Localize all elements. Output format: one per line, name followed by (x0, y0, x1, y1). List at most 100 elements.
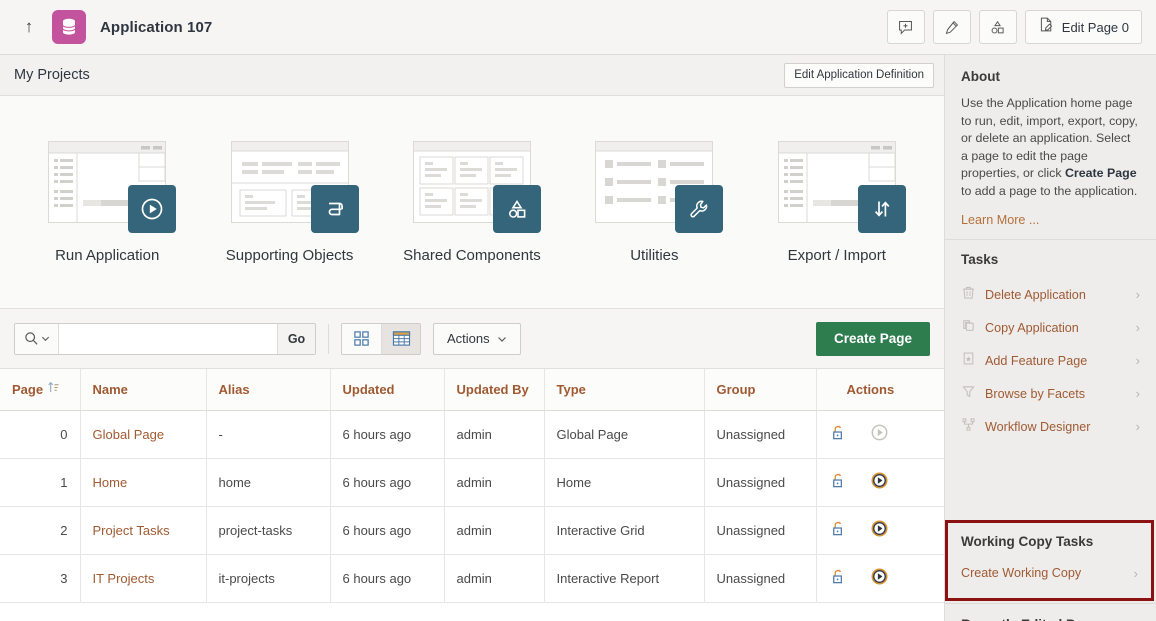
cell-actions (816, 410, 944, 458)
deck-item-run-application[interactable]: Run Application (23, 141, 191, 264)
search-group: Go (14, 323, 316, 355)
cell-actions (816, 458, 944, 506)
run-page-icon[interactable] (870, 567, 889, 589)
task-label: Add Feature Page (985, 354, 1127, 368)
task-item-create-working-copy[interactable]: Create Working Copy › (961, 561, 1138, 585)
cell-actions (816, 506, 944, 554)
about-section: About Use the Application home page to r… (945, 55, 1156, 239)
edit-page-button[interactable]: Edit Page 0 (1025, 10, 1142, 44)
edit-page-label: Edit Page 0 (1062, 20, 1129, 35)
table-row[interactable]: 3 IT Projects it-projects 6 hours ago ad… (0, 554, 944, 602)
tag-icon[interactable] (933, 10, 971, 44)
task-item-workflow-designer[interactable]: Workflow Designer › (961, 410, 1140, 443)
cell-name[interactable]: IT Projects (80, 554, 206, 602)
cell-page: 1 (0, 458, 80, 506)
cell-name[interactable]: Global Page (80, 410, 206, 458)
cell-name[interactable]: Project Tasks (80, 506, 206, 554)
report-toolbar: Go (0, 309, 944, 369)
run-page-icon[interactable] (870, 471, 889, 493)
unlock-icon[interactable] (829, 471, 848, 493)
page-link[interactable]: Home (93, 475, 128, 490)
tasks-heading: Tasks (961, 252, 1140, 267)
cell-updated-by: admin (444, 554, 544, 602)
unlock-icon[interactable] (829, 567, 848, 589)
task-label: Copy Application (985, 321, 1127, 335)
column-header-updated-by[interactable]: Updated By (444, 369, 544, 410)
deck-label: Shared Components (403, 247, 541, 264)
chevron-down-icon (497, 334, 507, 344)
deck-item-export-import[interactable]: Export / Import (753, 141, 921, 264)
deck-art (595, 141, 713, 223)
task-item-browse-by-facets[interactable]: Browse by Facets › (961, 377, 1140, 410)
column-header-actions: Actions (816, 369, 944, 410)
search-column-selector[interactable] (15, 324, 59, 354)
database-icon (52, 10, 86, 44)
cell-actions (816, 554, 944, 602)
learn-more-link[interactable]: Learn More ... (961, 213, 1140, 227)
column-header-type[interactable]: Type (544, 369, 704, 410)
deck-label: Export / Import (788, 247, 886, 264)
about-text-after: to add a page to the application. (961, 184, 1137, 198)
region-header: My Projects Edit Application Definition (0, 55, 944, 96)
deck-art (231, 141, 349, 223)
view-toggle-group (341, 323, 421, 355)
chevron-right-icon: › (1136, 353, 1140, 368)
cell-type: Home (544, 458, 704, 506)
funnel-icon (961, 384, 976, 404)
table-row[interactable]: 2 Project Tasks project-tasks 6 hours ag… (0, 506, 944, 554)
cell-group[interactable]: Unassigned (704, 458, 816, 506)
unlock-icon[interactable] (829, 519, 848, 541)
toolbar-separator (328, 324, 329, 354)
search-input[interactable] (59, 324, 277, 354)
unlock-icon[interactable] (829, 423, 848, 445)
sort-ascending-icon[interactable] (47, 381, 60, 397)
go-button[interactable]: Go (277, 324, 315, 354)
create-page-button[interactable]: Create Page (816, 322, 930, 356)
table-row[interactable]: 1 Home home 6 hours ago admin Home Unass… (0, 458, 944, 506)
wrench-icon (675, 185, 723, 233)
edit-application-definition-button[interactable]: Edit Application Definition (784, 63, 934, 88)
deck-art (48, 141, 166, 223)
theme-shapes-icon[interactable] (979, 10, 1017, 44)
grid-view-icon[interactable] (342, 324, 381, 354)
task-item-copy-application[interactable]: Copy Application › (961, 311, 1140, 344)
deck-item-utilities[interactable]: Utilities (570, 141, 738, 264)
arrows-up-down-icon (858, 185, 906, 233)
column-header-updated[interactable]: Updated (330, 369, 444, 410)
page-link[interactable]: Project Tasks (93, 523, 170, 538)
search-icon (24, 331, 39, 346)
page-link[interactable]: IT Projects (93, 571, 155, 586)
recently-edited-pages-section: Recently Edited Pages 2. Project Tasks (945, 603, 1156, 621)
cell-group[interactable]: Unassigned (704, 506, 816, 554)
cell-group[interactable]: Unassigned (704, 410, 816, 458)
report-view-icon[interactable] (381, 324, 420, 354)
task-label: Browse by Facets (985, 387, 1127, 401)
cell-group[interactable]: Unassigned (704, 554, 816, 602)
run-page-icon[interactable] (870, 519, 889, 541)
comment-add-icon[interactable] (887, 10, 925, 44)
chevron-right-icon: › (1136, 419, 1140, 434)
cell-updated: 6 hours ago (330, 506, 444, 554)
cell-updated: 6 hours ago (330, 458, 444, 506)
column-header-page[interactable]: Page (0, 369, 80, 410)
actions-button[interactable]: Actions (433, 323, 521, 355)
cell-type: Interactive Grid (544, 506, 704, 554)
deck-item-supporting-objects[interactable]: Supporting Objects (206, 141, 374, 264)
cell-name[interactable]: Home (80, 458, 206, 506)
deck-art (778, 141, 896, 223)
table-row[interactable]: 0 Global Page - 6 hours ago admin Global… (0, 410, 944, 458)
deck-item-shared-components[interactable]: Shared Components (388, 141, 556, 264)
cell-updated: 6 hours ago (330, 410, 444, 458)
chevron-right-icon: › (1134, 566, 1138, 581)
chevron-right-icon: › (1136, 320, 1140, 335)
arrow-up-icon[interactable]: ↑ (16, 14, 42, 40)
about-text-bold: Create Page (1065, 166, 1137, 180)
pages-table-wrap: Page (0, 369, 944, 621)
about-heading: About (961, 69, 1140, 84)
column-header-name[interactable]: Name (80, 369, 206, 410)
column-header-group[interactable]: Group (704, 369, 816, 410)
column-header-alias[interactable]: Alias (206, 369, 330, 410)
task-item-delete-application[interactable]: Delete Application › (961, 278, 1140, 311)
task-item-add-feature-page[interactable]: Add Feature Page › (961, 344, 1140, 377)
page-link[interactable]: Global Page (93, 427, 165, 442)
